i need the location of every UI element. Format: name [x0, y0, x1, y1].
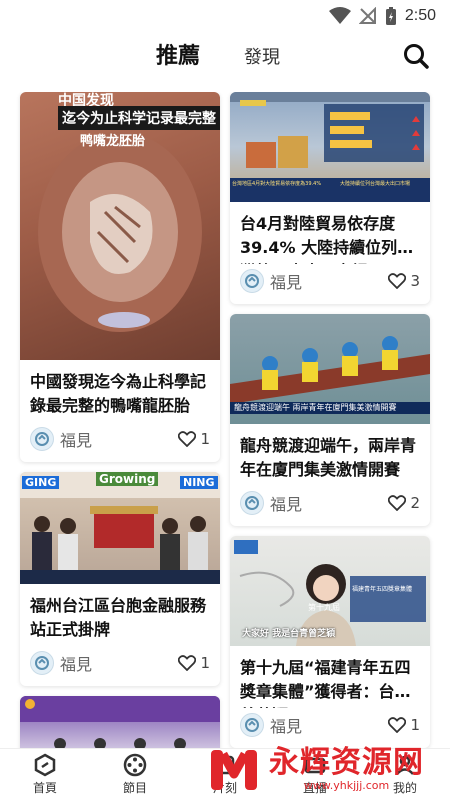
watermark: 永辉资源网 www.yhkjjj.com [205, 738, 450, 800]
card-thumbnail: 台灣地區4月對大陸貿易依存度為39.4% 大陸持續位列台灣最大出口市場 [230, 92, 430, 202]
card-meta: 福見 2 [230, 486, 430, 526]
feed-card[interactable] [20, 696, 220, 748]
card-title: 龍舟競渡迎端午，兩岸青年在廈門集美激情開賽 [240, 436, 417, 479]
overlay-line: 大陸持續位列台灣最大出口市場 [340, 181, 411, 187]
status-bar: 2:50 [0, 0, 450, 32]
battery-charging-icon [385, 7, 396, 25]
nav-label: 首頁 [32, 781, 57, 795]
overlay-line: 鸭嘴龙胚胎 [80, 134, 146, 149]
overlay-line: 大家好 我是台青曾芝穎 [242, 629, 336, 639]
heart-icon [388, 717, 407, 733]
fujian-logo-icon [245, 274, 259, 288]
author-name[interactable]: 福見 [60, 651, 92, 675]
author-avatar[interactable] [30, 651, 54, 675]
watermark-title: 永辉资源网 [269, 744, 424, 780]
feed-card[interactable]: 中国发现 迄今为止科学记录最完整 鸭嘴龙胚胎 中國發現迄今為止科學記錄最完整的鴨… [20, 92, 220, 462]
author-avatar[interactable] [240, 269, 264, 293]
search-button[interactable] [402, 42, 432, 72]
wifi-icon [328, 7, 351, 24]
nav-home[interactable]: 首頁 [0, 749, 90, 800]
feed-card[interactable]: GING Growing NING 福州台江區台胞金融服務站正式掛牌 福見 1 [20, 472, 220, 686]
like-count: 1 [200, 654, 210, 672]
feed-column-right: 台灣地區4月對大陸貿易依存度為39.4% 大陸持續位列台灣最大出口市場 台4月對… [230, 92, 430, 748]
like-count: 2 [410, 494, 420, 512]
card-meta: 福見 1 [20, 422, 220, 462]
fujian-logo-icon [35, 432, 49, 446]
card-title: 中國發現迄今為止科學記錄最完整的鴨嘴龍胚胎 [30, 372, 207, 415]
card-meta: 福見 1 [20, 646, 220, 686]
author-avatar[interactable] [240, 491, 264, 515]
author-name[interactable]: 福見 [270, 713, 302, 737]
feed-card[interactable]: 台灣地區4月對大陸貿易依存度為39.4% 大陸持續位列台灣最大出口市場 台4月對… [230, 92, 430, 304]
like-button[interactable]: 1 [388, 716, 420, 734]
like-count: 1 [410, 716, 420, 734]
nav-programs[interactable]: 節目 [90, 749, 180, 800]
group-photo-image [20, 696, 220, 748]
like-button[interactable]: 2 [388, 494, 420, 512]
author-avatar[interactable] [30, 427, 54, 451]
card-thumbnail: 第十九屆 福建青年五四獎章集體 大家好 我是台青曾芝穎 [230, 536, 430, 646]
overlay-line: NING [180, 476, 218, 489]
heart-icon [178, 431, 197, 447]
like-button[interactable]: 1 [178, 654, 210, 672]
author-name[interactable]: 福見 [60, 427, 92, 451]
card-meta: 福見 3 [230, 264, 430, 304]
watermark-logo-icon [211, 750, 257, 790]
card-thumbnail: 中国发现 迄今为止科学记录最完整 鸭嘴龙胚胎 [20, 92, 220, 360]
like-button[interactable]: 1 [178, 430, 210, 448]
feed-card[interactable]: 第十九屆 福建青年五四獎章集體 大家好 我是台青曾芝穎 第十九屆“福建青年五四獎… [230, 536, 430, 748]
feed-card[interactable]: 龍舟競渡迎端午 兩岸青年在廈門集美激情開賽 龍舟競渡迎端午，兩岸青年在廈門集美激… [230, 314, 430, 526]
status-time: 2:50 [404, 7, 436, 24]
top-tabs: 推薦 發現 [0, 32, 450, 82]
watermark-text-block: 永辉资源网 www.yhkjjj.com [269, 744, 424, 792]
author-name[interactable]: 福見 [270, 269, 302, 293]
tab-discover[interactable]: 發現 [244, 43, 280, 69]
overlay-line: 迄今为止科学记录最完整 [58, 106, 220, 130]
fujian-logo-icon [245, 496, 259, 510]
nav-label: 節目 [122, 781, 147, 795]
heart-icon [388, 495, 407, 511]
card-title: 台4月對陸貿易依存度39.4% 大陸持續位列台灣第一大出口市場 [240, 214, 414, 264]
overlay-line: GING [22, 476, 60, 489]
no-signal-icon [358, 7, 376, 24]
fujian-logo-icon [245, 718, 259, 732]
card-thumbnail [20, 696, 220, 748]
author-name[interactable]: 福見 [270, 491, 302, 515]
card-thumbnail: GING Growing NING [20, 472, 220, 584]
like-count: 3 [410, 272, 420, 290]
search-icon [404, 44, 429, 69]
card-title: 第十九屆“福建青年五四獎章集體”獲得者：台青曾芝穎 [240, 658, 411, 708]
card-thumbnail: 龍舟競渡迎端午 兩岸青年在廈門集美激情開賽 [230, 314, 430, 424]
tab-recommend[interactable]: 推薦 [156, 38, 200, 70]
like-button[interactable]: 3 [388, 272, 420, 290]
overlay-line: 台灣地區4月對大陸貿易依存度為39.4% [232, 181, 322, 187]
feed-column-left: 中国发现 迄今为止科学记录最完整 鸭嘴龙胚胎 中國發現迄今為止科學記錄最完整的鴨… [20, 92, 220, 748]
watermark-url: www.yhkjjj.com [303, 778, 390, 792]
film-reel-icon [123, 753, 147, 777]
fujian-logo-icon [35, 656, 49, 670]
overlay-line: 龍舟競渡迎端午 兩岸青年在廈門集美激情開賽 [234, 403, 397, 412]
author-avatar[interactable] [240, 713, 264, 737]
card-title: 福州台江區台胞金融服務站正式掛牌 [30, 596, 207, 639]
feed-grid: 中国发现 迄今为止科学记录最完整 鸭嘴龙胚胎 中國發現迄今為止科學記錄最完整的鴨… [0, 92, 450, 748]
home-hexagon-icon [34, 753, 56, 777]
overlay-line: 福建青年五四獎章集體 [352, 586, 413, 593]
heart-icon [388, 273, 407, 289]
like-count: 1 [200, 430, 210, 448]
heart-icon [178, 655, 197, 671]
overlay-line: 第十九屆 [308, 603, 340, 612]
overlay-line: Growing [96, 472, 159, 486]
